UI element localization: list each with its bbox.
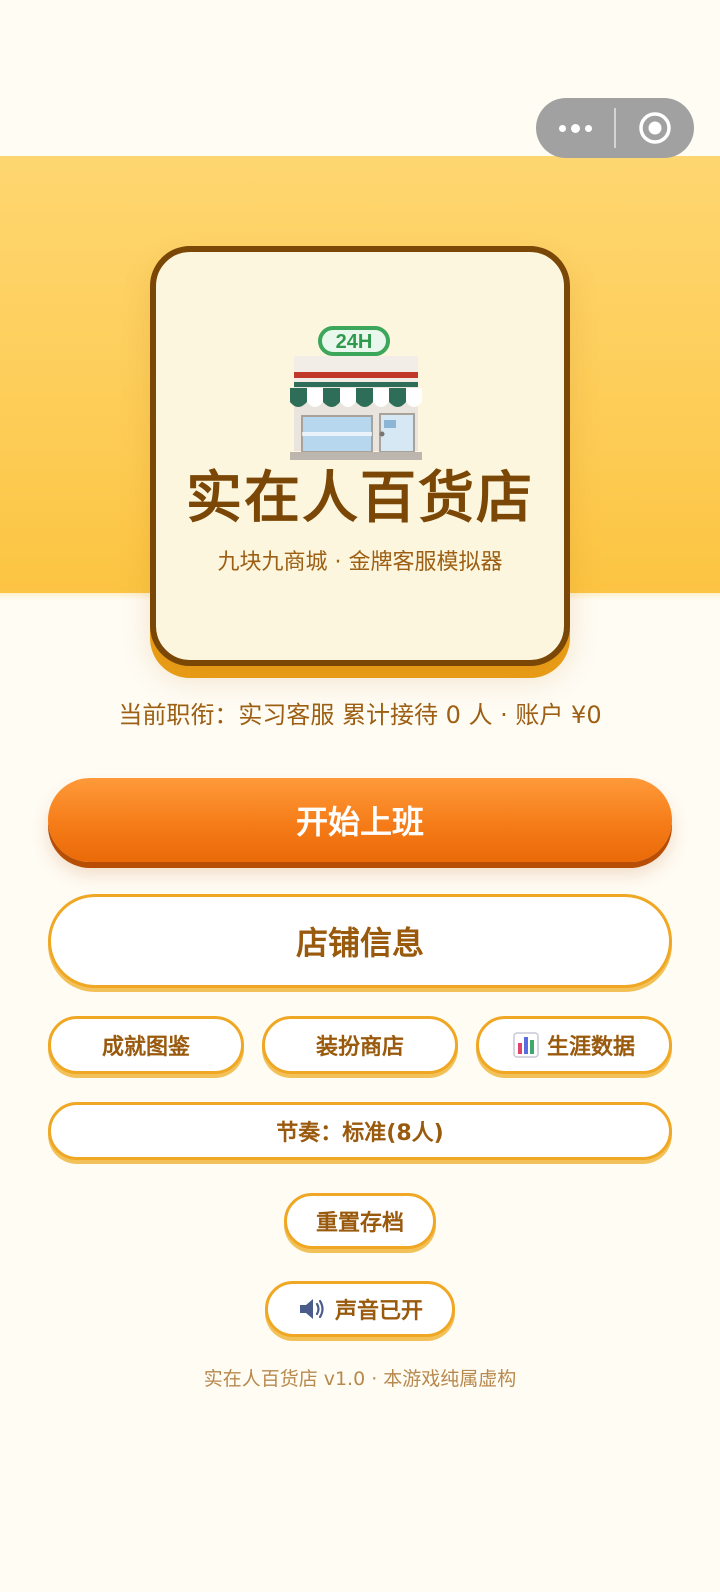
game-subtitle: 九块九商城 · 金牌客服模拟器	[217, 550, 503, 575]
player-status: 当前职衔：实习客服 累计接待 0 人 · 账户 ¥0	[118, 701, 602, 729]
reset-save-button[interactable]: 重置存档	[284, 1193, 436, 1249]
achievements-button[interactable]: 成就图鉴	[48, 1016, 244, 1074]
achievements-label: 成就图鉴	[101, 1035, 190, 1060]
reset-save-label: 重置存档	[315, 1211, 404, 1236]
dress-shop-button[interactable]: 装扮商店	[262, 1016, 458, 1074]
start-shift-label: 开始上班	[295, 803, 424, 841]
career-stats-label: 生涯数据	[546, 1035, 635, 1060]
convenience-store-icon: 24H	[290, 326, 422, 460]
start-shift-button[interactable]: 开始上班	[48, 778, 672, 862]
sound-toggle-label: 声音已开	[334, 1299, 423, 1324]
more-dot	[584, 124, 592, 132]
more-dot	[558, 124, 566, 132]
dress-shop-label: 装扮商店	[315, 1035, 404, 1060]
store-sign-text: 24H	[336, 331, 373, 353]
shop-info-button[interactable]: 店铺信息	[48, 894, 672, 988]
more-menu-button[interactable]	[536, 98, 614, 158]
sound-toggle-button[interactable]: 声音已开	[265, 1281, 455, 1337]
exit-mini-program-button[interactable]	[616, 98, 694, 158]
target-circle-icon	[638, 112, 671, 144]
mini-program-capsule	[536, 98, 694, 158]
career-stats-button[interactable]: 生涯数据	[476, 1016, 672, 1074]
shop-info-label: 店铺信息	[295, 924, 424, 962]
game-title: 实在人百货店	[186, 466, 534, 531]
pace-setting-label: 节奏：标准(8人)	[276, 1121, 444, 1146]
footer-version: 实在人百货店 v1.0 · 本游戏纯属虚构	[203, 1368, 517, 1390]
more-dot	[570, 123, 580, 133]
speaker-icon	[299, 1299, 324, 1319]
bar-chart-icon	[513, 1032, 539, 1058]
pace-setting-button[interactable]: 节奏：标准(8人)	[48, 1102, 672, 1160]
